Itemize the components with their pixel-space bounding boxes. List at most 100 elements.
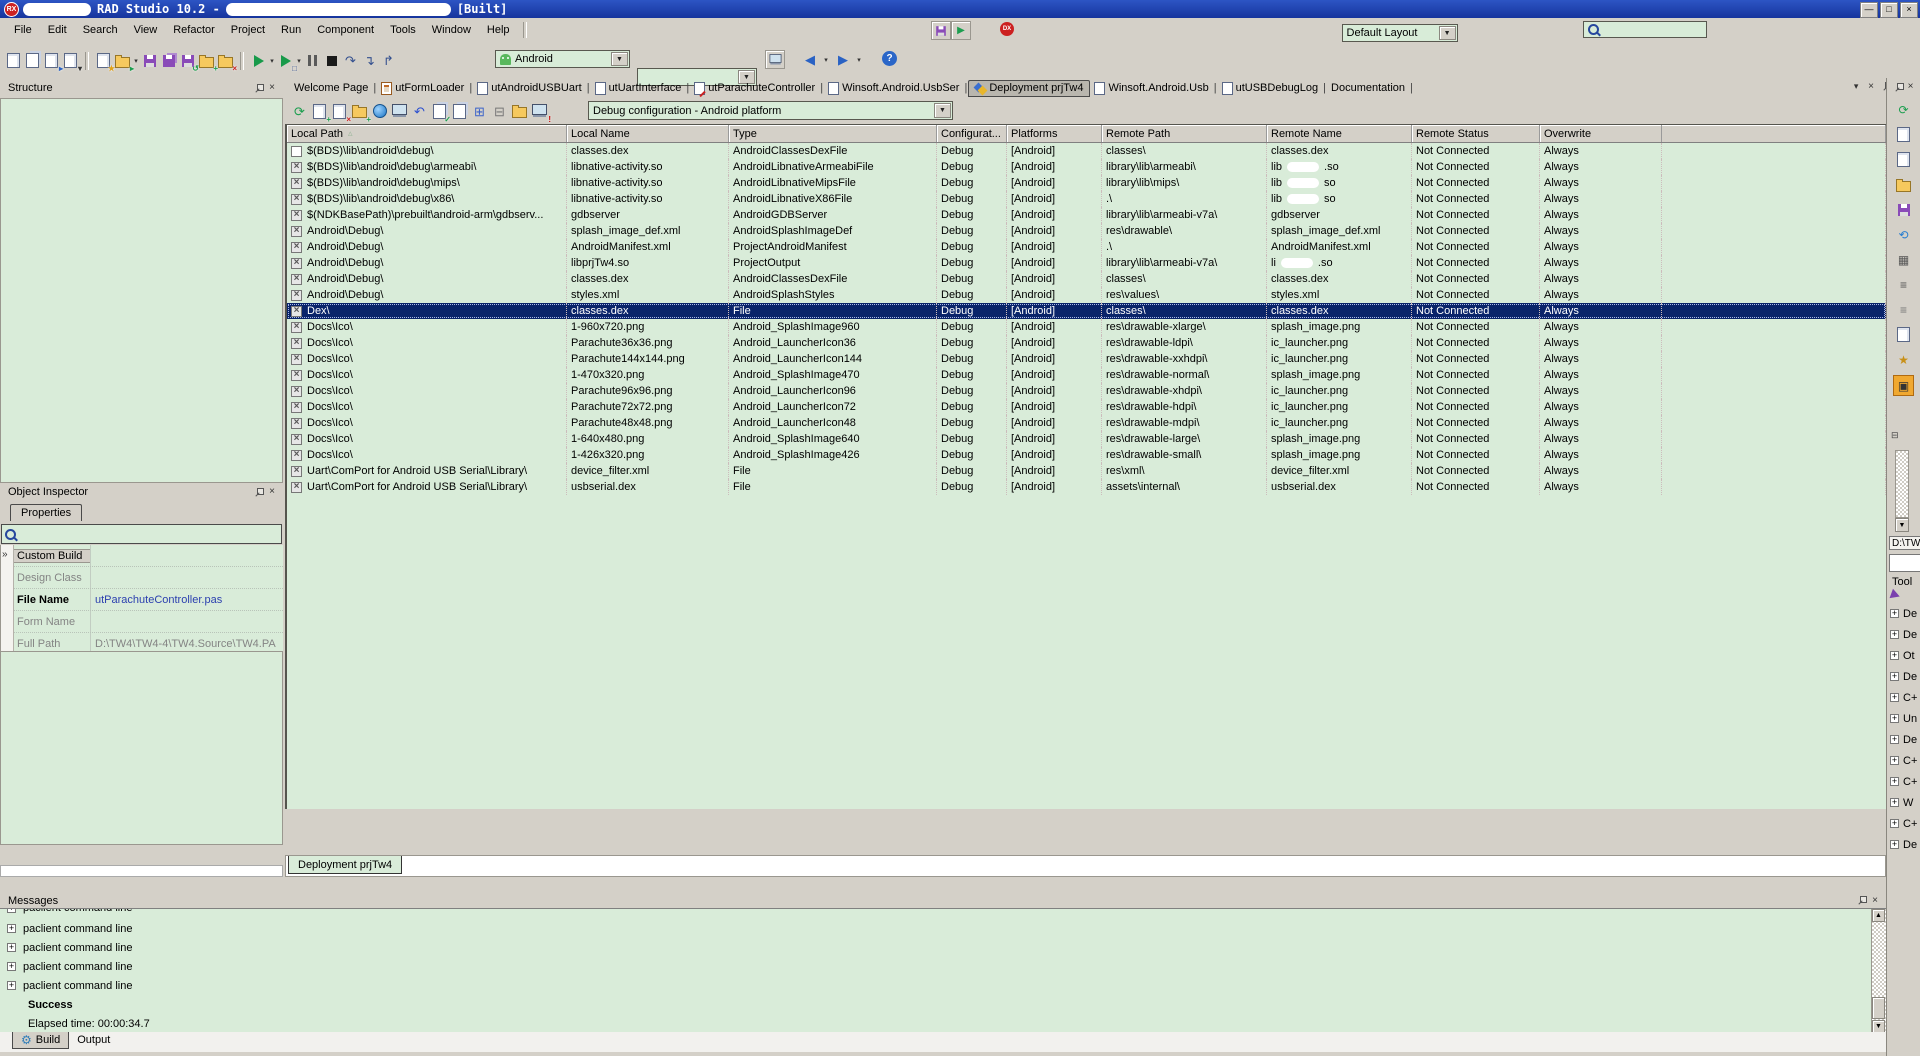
remove-from-project-icon[interactable]: × <box>216 51 235 70</box>
expand-plus-icon[interactable]: + <box>1890 777 1899 786</box>
open-project-icon[interactable]: ▾ <box>61 51 80 70</box>
refresh-icon[interactable]: ⟳ <box>1894 100 1913 119</box>
row-checkbox[interactable]: × <box>291 290 302 301</box>
expand-plus-icon[interactable]: + <box>1890 735 1899 744</box>
folder-icon[interactable] <box>1894 175 1913 194</box>
row-checkbox[interactable]: × <box>291 386 302 397</box>
tool-palette-category[interactable]: +De <box>1890 734 1917 745</box>
menu-help[interactable]: Help <box>479 21 518 39</box>
save-as-icon[interactable]: ↺ <box>178 51 197 70</box>
save-layout-button[interactable] <box>931 21 951 40</box>
tool-palette-category[interactable]: +C+ <box>1890 818 1917 829</box>
remove-files-icon[interactable]: × <box>330 102 349 121</box>
property-row[interactable]: Design Class <box>13 567 283 589</box>
new-file-icon[interactable] <box>4 51 23 70</box>
row-checkbox[interactable]: × <box>291 434 302 445</box>
table-row[interactable]: ×Docs\Ico\Parachute36x36.pngAndroid_Laun… <box>287 335 1886 351</box>
expand-plus-icon[interactable]: + <box>1890 756 1899 765</box>
open-folder-icon[interactable]: ▸ <box>113 51 132 70</box>
tool-palette-category[interactable]: +C+ <box>1890 755 1917 766</box>
tool-palette-category[interactable]: +Ot <box>1890 650 1917 661</box>
check-files-icon[interactable]: ✓ <box>430 102 449 121</box>
table-row[interactable]: ×$(NDKBasePath)\prebuilt\android-arm\gdb… <box>287 207 1886 223</box>
list-icon[interactable]: ≡ <box>1894 275 1913 294</box>
scroll-up-icon[interactable]: ▲ <box>1872 909 1885 922</box>
expand-arrow-icon[interactable]: » <box>2 549 8 560</box>
pin-icon[interactable] <box>254 488 263 497</box>
expand-plus-icon[interactable]: + <box>1890 651 1899 660</box>
scrollbar-thumb[interactable] <box>1872 997 1885 1019</box>
row-checkbox[interactable]: × <box>291 450 302 461</box>
row-checkbox[interactable]: × <box>291 274 302 285</box>
expand-plus-icon[interactable]: + <box>1890 693 1899 702</box>
tool-palette-category[interactable]: +W <box>1890 797 1917 808</box>
property-value[interactable] <box>90 567 283 588</box>
new-form-icon[interactable]: ★ <box>94 51 113 70</box>
disable-items-icon[interactable]: ⊟ <box>490 102 509 121</box>
enable-items-icon[interactable]: ⊞ <box>470 102 489 121</box>
table-row[interactable]: ×Android\Debug\splash_image_def.xmlAndro… <box>287 223 1886 239</box>
row-checkbox[interactable]: × <box>291 258 302 269</box>
run-without-debugging-icon[interactable]: □ <box>276 51 295 70</box>
column-header-type[interactable]: Type <box>729 125 937 142</box>
table-row[interactable]: ×Docs\Ico\Parachute72x72.pngAndroid_Laun… <box>287 399 1886 415</box>
row-checkbox[interactable]: × <box>291 466 302 477</box>
close-icon[interactable]: × <box>1872 896 1878 906</box>
delete-layout-button[interactable]: ▶ <box>951 21 971 40</box>
connect-icon[interactable] <box>370 102 389 121</box>
column-header-overwrite[interactable]: Overwrite <box>1540 125 1662 142</box>
pin-icon[interactable] <box>254 84 263 93</box>
row-checkbox[interactable]: × <box>291 354 302 365</box>
close-button[interactable]: × <box>1900 2 1918 18</box>
chevron-down-icon[interactable]: ▾ <box>822 56 830 64</box>
menu-tools[interactable]: Tools <box>382 21 424 39</box>
expand-plus-icon[interactable]: + <box>7 962 16 971</box>
tool-palette-category[interactable]: +De <box>1890 608 1917 619</box>
property-value[interactable]: utParachuteController.pas <box>90 589 283 610</box>
file2-icon[interactable] <box>1894 325 1913 344</box>
row-checkbox[interactable]: × <box>291 306 302 317</box>
chevron-down-icon[interactable]: ▼ <box>611 52 628 66</box>
property-search-input[interactable] <box>1 524 282 544</box>
table-row[interactable]: ×Docs\Ico\1-426x320.pngAndroid_SplashIma… <box>287 447 1886 463</box>
tab-deployment[interactable]: Deployment prjTw4 <box>288 856 402 874</box>
row-checkbox[interactable]: × <box>291 210 302 221</box>
maximize-button[interactable]: □ <box>1880 2 1898 18</box>
menu-search[interactable]: Search <box>75 21 126 39</box>
row-checkbox[interactable]: × <box>291 338 302 349</box>
star-icon[interactable]: ★ <box>1894 350 1913 369</box>
run-icon[interactable] <box>249 51 268 70</box>
row-checkbox[interactable]: × <box>291 402 302 413</box>
expand-plus-icon[interactable]: + <box>7 981 16 990</box>
navigate-back-button[interactable]: ◀ <box>805 52 815 68</box>
revert-icon[interactable]: ↶ <box>410 102 429 121</box>
column-header-remote_path[interactable]: Remote Path <box>1102 125 1267 142</box>
open-file-icon[interactable]: ▸ <box>42 51 61 70</box>
close-icon[interactable]: × <box>1908 82 1914 92</box>
tab-build[interactable]: ⚙ Build <box>12 1032 69 1049</box>
message-row[interactable]: +paclient command line <box>0 957 1886 976</box>
table-row[interactable]: ×$(BDS)\lib\android\debug\x86\libnative-… <box>287 191 1886 207</box>
list2-icon[interactable]: ≡ <box>1894 300 1913 319</box>
message-row[interactable]: +paclient command line <box>0 919 1886 938</box>
device-status-icon[interactable]: ! <box>530 102 549 121</box>
minimize-button[interactable]: — <box>1860 2 1878 18</box>
project-path-label[interactable]: D:\TW <box>1889 536 1920 550</box>
add-to-project-icon[interactable]: + <box>197 51 216 70</box>
stop-icon[interactable] <box>322 51 341 70</box>
tab-utformloader[interactable]: utFormLoader <box>377 80 468 97</box>
navigate-forward-button[interactable]: ▶ <box>838 52 848 68</box>
messages-scrollbar[interactable]: ▲ ▼ <box>1871 909 1886 1033</box>
chevron-down-icon[interactable]: ▼ <box>934 103 951 118</box>
column-header-remote_status[interactable]: Remote Status <box>1412 125 1540 142</box>
row-checkbox[interactable]: × <box>291 194 302 205</box>
property-row[interactable]: Form Name <box>13 611 283 633</box>
table-row[interactable]: ×Docs\Ico\1-640x480.pngAndroid_SplashIma… <box>287 431 1886 447</box>
active-tool-icon[interactable]: ▣ <box>1893 375 1914 396</box>
expand-plus-icon[interactable]: + <box>1890 714 1899 723</box>
expand-plus-icon[interactable]: + <box>1890 672 1899 681</box>
copy-files-icon[interactable] <box>450 102 469 121</box>
tool-palette-category[interactable]: +C+ <box>1890 692 1917 703</box>
tool-palette-category[interactable]: +De <box>1890 839 1917 850</box>
tab-properties[interactable]: Properties <box>10 504 82 521</box>
